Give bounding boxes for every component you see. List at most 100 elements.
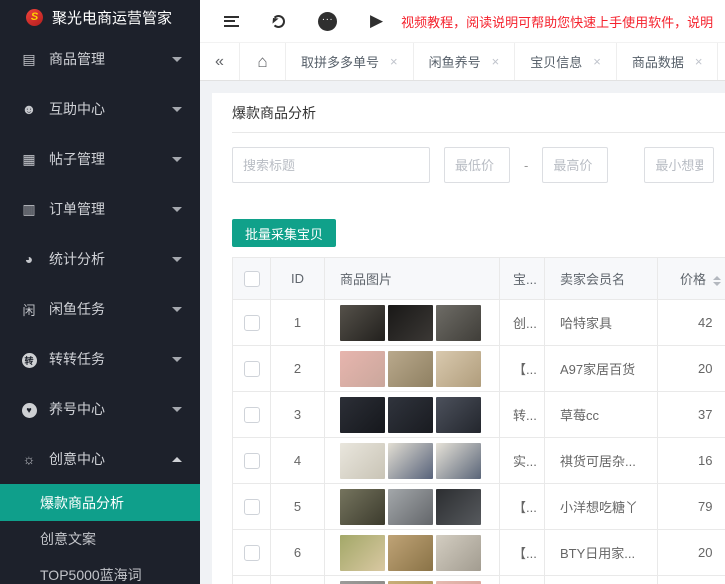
product-thumbnail[interactable] bbox=[436, 396, 481, 433]
table-row: 5 【... 小洋想吃糖丫 79 bbox=[232, 483, 725, 530]
product-thumbnail[interactable] bbox=[340, 488, 385, 525]
product-thumbnail[interactable] bbox=[388, 304, 433, 341]
cell-seller: 小洋想吃糖丫 bbox=[544, 483, 658, 530]
search-form: - - bbox=[232, 147, 725, 183]
search-title-input[interactable] bbox=[232, 147, 430, 183]
product-images[interactable] bbox=[340, 304, 499, 341]
min-price-input[interactable] bbox=[444, 147, 510, 183]
sidebar-item-xianyu-tasks[interactable]: 闲 闲鱼任务 bbox=[0, 284, 200, 334]
tab-xianyu-nurture[interactable]: 闲鱼养号 × bbox=[414, 43, 516, 80]
cell-title bbox=[499, 575, 545, 584]
cell-price bbox=[657, 575, 725, 584]
sidebar-subitem-top5000-words[interactable]: TOP5000蓝海词 bbox=[0, 557, 200, 584]
tab-clipped[interactable]: 宝 bbox=[718, 43, 725, 80]
message-icon[interactable] bbox=[318, 11, 337, 31]
refresh-icon[interactable] bbox=[272, 14, 285, 28]
play-video-icon[interactable]: ▶ bbox=[370, 11, 383, 31]
max-price-input[interactable] bbox=[542, 147, 609, 183]
sidebar-item-label: 订单管理 bbox=[49, 201, 105, 217]
sidebar-item-mutual-help[interactable]: ☻ 互助中心 bbox=[0, 84, 200, 134]
product-thumbnail[interactable] bbox=[388, 350, 433, 387]
cell-seller: 祺货可居杂... bbox=[544, 437, 658, 484]
product-thumbnail[interactable] bbox=[340, 304, 385, 341]
app-logo: S 聚光电商运营管家 bbox=[0, 0, 200, 34]
tab-pdd-order[interactable]: 取拼多多单号 × bbox=[286, 43, 414, 80]
tabs-scroll-left-icon[interactable]: « bbox=[200, 43, 240, 80]
sidebar-subitem-hot-product-analysis[interactable]: 爆款商品分析 bbox=[0, 484, 200, 521]
product-thumbnail[interactable] bbox=[340, 442, 385, 479]
stats-pie-icon: ◕ bbox=[24, 251, 34, 267]
product-table: ID 商品图片 宝... 卖家会员名 价格 1 创... 哈特家具 42 2 【… bbox=[232, 257, 725, 584]
close-icon[interactable]: × bbox=[695, 54, 703, 69]
product-thumbnail[interactable] bbox=[388, 442, 433, 479]
product-thumbnail[interactable] bbox=[340, 350, 385, 387]
home-tab-icon[interactable]: ⌂ bbox=[240, 43, 286, 80]
product-thumbnail[interactable] bbox=[436, 580, 481, 584]
sidebar-item-account-care[interactable]: ♥ 养号中心 bbox=[0, 384, 200, 434]
product-thumbnail[interactable] bbox=[436, 304, 481, 341]
sidebar-item-label: 养号中心 bbox=[49, 401, 105, 417]
product-images[interactable] bbox=[340, 350, 499, 387]
col-header-id: ID bbox=[270, 257, 325, 300]
row-checkbox[interactable] bbox=[243, 498, 260, 515]
tab-label: 商品数据 bbox=[631, 55, 684, 70]
product-thumbnail[interactable] bbox=[388, 580, 433, 584]
batch-collect-button[interactable]: 批量采集宝贝 bbox=[232, 219, 337, 247]
tab-item-info[interactable]: 宝贝信息 × bbox=[515, 43, 617, 80]
sidebar-item-orders[interactable]: ▥ 订单管理 bbox=[0, 184, 200, 234]
col-header-price[interactable]: 价格 bbox=[657, 257, 725, 300]
min-want-input[interactable] bbox=[644, 147, 715, 183]
product-thumbnail[interactable] bbox=[340, 396, 385, 433]
cell-id: 1 bbox=[270, 299, 325, 346]
sort-icon[interactable] bbox=[713, 275, 722, 286]
product-thumbnail[interactable] bbox=[436, 350, 481, 387]
sidebar-item-goods[interactable]: ▤ 商品管理 bbox=[0, 34, 200, 84]
sidebar-item-posts[interactable]: ▦ 帖子管理 bbox=[0, 134, 200, 184]
product-images[interactable] bbox=[340, 442, 499, 479]
table-row: 6 【... BTY日用家... 20 bbox=[232, 529, 725, 576]
collapse-menu-icon[interactable] bbox=[224, 15, 239, 27]
price-range-separator: - bbox=[524, 157, 529, 173]
row-checkbox[interactable] bbox=[243, 544, 260, 561]
row-checkbox[interactable] bbox=[243, 314, 260, 331]
row-checkbox[interactable] bbox=[243, 360, 260, 377]
row-checkbox[interactable] bbox=[243, 452, 260, 469]
product-thumbnail[interactable] bbox=[436, 534, 481, 571]
product-thumbnail[interactable] bbox=[388, 396, 433, 433]
product-thumbnail[interactable] bbox=[436, 488, 481, 525]
product-thumbnail[interactable] bbox=[340, 580, 385, 584]
table-row: 4 实... 祺货可居杂... 16 bbox=[232, 437, 725, 484]
cell-title: 【... bbox=[499, 529, 545, 576]
close-icon[interactable]: × bbox=[492, 54, 500, 69]
select-all-checkbox[interactable] bbox=[243, 270, 260, 287]
cell-price: 79 bbox=[657, 483, 725, 530]
sidebar-item-creative[interactable]: ☼ 创意中心 bbox=[0, 434, 200, 484]
chevron-down-icon bbox=[172, 56, 182, 62]
close-icon[interactable]: × bbox=[390, 54, 398, 69]
sidebar-item-stats[interactable]: ◕ 统计分析 bbox=[0, 234, 200, 284]
product-thumbnail[interactable] bbox=[340, 534, 385, 571]
product-images[interactable] bbox=[340, 396, 499, 433]
sidebar-subitem-creative-copy[interactable]: 创意文案 bbox=[0, 521, 200, 557]
product-images[interactable] bbox=[340, 580, 499, 584]
account-care-icon: ♥ bbox=[20, 400, 38, 418]
col-header-seller: 卖家会员名 bbox=[544, 257, 658, 300]
cell-id: 5 bbox=[270, 483, 325, 530]
tab-label: 闲鱼养号 bbox=[428, 55, 481, 70]
product-images[interactable] bbox=[340, 534, 499, 571]
creative-icon: ☼ bbox=[22, 451, 36, 467]
content: 爆款商品分析 - - 批量采集宝贝 ID 商品图片 宝... 卖家会员名 bbox=[200, 81, 725, 584]
close-icon[interactable]: × bbox=[593, 54, 601, 69]
row-checkbox[interactable] bbox=[243, 406, 260, 423]
tab-product-data[interactable]: 商品数据 × bbox=[617, 43, 719, 80]
chevron-down-icon bbox=[172, 256, 182, 262]
goods-icon: ▤ bbox=[22, 50, 36, 67]
cell-price: 37 bbox=[657, 391, 725, 438]
sidebar-item-zhuanzhuan-tasks[interactable]: 转 转转任务 bbox=[0, 334, 200, 384]
submenu-label: 创意文案 bbox=[40, 531, 96, 547]
product-thumbnail[interactable] bbox=[388, 534, 433, 571]
product-images[interactable] bbox=[340, 488, 499, 525]
product-thumbnail[interactable] bbox=[436, 442, 481, 479]
sidebar-item-label: 互助中心 bbox=[49, 101, 105, 117]
product-thumbnail[interactable] bbox=[388, 488, 433, 525]
